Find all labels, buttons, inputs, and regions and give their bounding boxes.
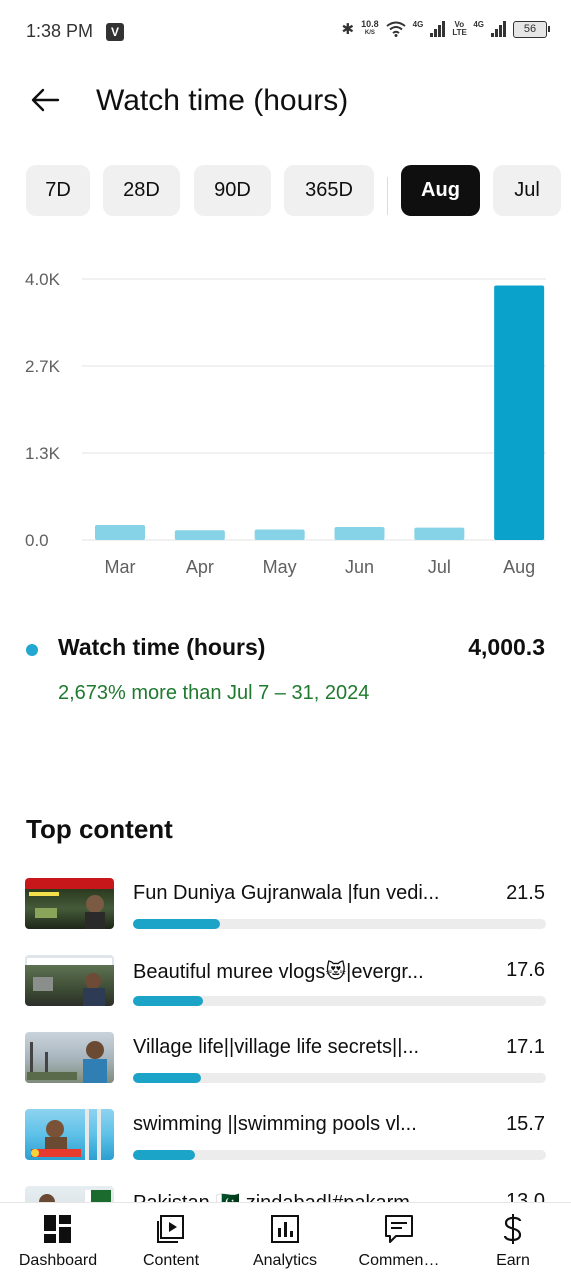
back-arrow-icon bbox=[31, 88, 60, 112]
x-tick-label: Apr bbox=[186, 557, 214, 577]
x-tick-label: Jun bbox=[345, 557, 374, 577]
battery-icon: 56 bbox=[513, 20, 550, 38]
x-tick-label: May bbox=[263, 557, 297, 577]
status-icons: ✱ 10.8 K/S 4G Vo LTE 4G 56 bbox=[341, 19, 550, 38]
progress-track bbox=[133, 1150, 546, 1160]
x-tick-label: Aug bbox=[503, 557, 535, 577]
nav-earn[interactable]: Earn bbox=[456, 1203, 570, 1280]
nav-dashboard[interactable]: Dashboard bbox=[1, 1203, 115, 1280]
progress-fill bbox=[133, 1150, 195, 1160]
y-tick-label: 0.0 bbox=[25, 531, 49, 550]
nav-label: Dashboard bbox=[18, 1252, 98, 1269]
chart-bar-apr bbox=[174, 530, 225, 540]
progress-fill bbox=[133, 1073, 202, 1083]
period-chip-28d[interactable]: 28D bbox=[103, 165, 180, 216]
network-speed: 10.8 K/S bbox=[361, 19, 379, 37]
video-title: swimming ||swimming pools vl... bbox=[133, 1113, 417, 1135]
period-selector: 7D 28D 90D 365D Aug Jul bbox=[26, 165, 571, 217]
video-value: 15.7 bbox=[506, 1113, 545, 1135]
video-title: Village life||village life secrets||... bbox=[133, 1036, 420, 1058]
dashboard-icon bbox=[44, 1215, 71, 1243]
period-chip-90d[interactable]: 90D bbox=[194, 165, 271, 216]
progress-track bbox=[133, 1073, 546, 1083]
content-icon bbox=[157, 1215, 184, 1243]
y-tick-label: 4.0K bbox=[25, 270, 61, 289]
video-title: Fun Duniya Gujranwala |fun vedi... bbox=[133, 882, 440, 904]
x-tick-label: Mar bbox=[105, 557, 136, 577]
progress-fill bbox=[133, 996, 204, 1006]
metric-change: 2,673% more than Jul 7 – 31, 2024 bbox=[58, 682, 370, 704]
chip-divider bbox=[387, 177, 388, 215]
progress-track bbox=[133, 919, 546, 929]
page-title: Watch time (hours) bbox=[96, 84, 349, 117]
wifi-icon bbox=[386, 21, 406, 37]
network-type-1: 4G bbox=[412, 19, 424, 29]
nav-label: Analytics bbox=[252, 1252, 318, 1269]
video-thumbnail bbox=[25, 1109, 114, 1160]
period-chip-aug[interactable]: Aug bbox=[401, 165, 480, 216]
video-title: Beautiful muree vlogs😻|evergr... bbox=[133, 961, 424, 983]
signal-icon-2 bbox=[491, 21, 506, 37]
chart-bar-may bbox=[254, 529, 305, 540]
chart-bar-aug bbox=[494, 285, 545, 540]
chart-bar-jul bbox=[414, 527, 465, 540]
volte-label: Vo LTE bbox=[452, 20, 467, 37]
chart-bar-jun bbox=[334, 526, 385, 540]
status-bar: 1:38 PM V ✱ 10.8 K/S 4G Vo LTE 4G 56 bbox=[0, 0, 571, 64]
bar-chart: 4.0K 2.7K 1.3K 0.0 Mar Apr May Jun Jul Aug bbox=[25, 270, 546, 577]
video-value: 17.6 bbox=[506, 959, 545, 981]
metric-label: Watch time (hours) bbox=[58, 634, 266, 660]
network-type-2: 4G bbox=[473, 19, 484, 29]
legend-dot bbox=[26, 644, 38, 656]
earn-icon bbox=[503, 1214, 522, 1244]
video-thumbnail bbox=[25, 1032, 114, 1083]
nav-content[interactable]: Content bbox=[114, 1203, 228, 1280]
video-value: 17.1 bbox=[506, 1036, 545, 1058]
y-tick-label: 1.3K bbox=[25, 444, 61, 463]
nav-label: Content bbox=[142, 1252, 200, 1269]
period-chip-jul[interactable]: Jul bbox=[493, 165, 561, 216]
progress-track bbox=[133, 996, 546, 1006]
signal-icon bbox=[430, 21, 446, 37]
nav-comments[interactable]: Commen… bbox=[342, 1203, 456, 1280]
notification-v-icon: V bbox=[106, 23, 124, 41]
back-button[interactable] bbox=[28, 82, 64, 118]
list-item[interactable]: Fun Duniya Gujranwala |fun vedi... 21.5 bbox=[0, 878, 571, 934]
list-item[interactable]: swimming ||swimming pools vl... 15.7 bbox=[0, 1109, 571, 1165]
period-chip-365d[interactable]: 365D bbox=[284, 165, 374, 216]
metric-value: 4,000.3 bbox=[468, 634, 545, 660]
list-item[interactable]: Village life||village life secrets||... … bbox=[0, 1032, 571, 1088]
nav-label: Commen… bbox=[358, 1252, 440, 1269]
y-tick-label: 2.7K bbox=[25, 357, 61, 376]
top-content-title: Top content bbox=[26, 814, 173, 844]
watch-time-chart: 4.0K 2.7K 1.3K 0.0 Mar Apr May Jun Jul Aug bbox=[0, 255, 571, 595]
comments-icon bbox=[385, 1215, 413, 1243]
list-item[interactable]: Beautiful muree vlogs😻|evergr... 17.6 bbox=[0, 955, 571, 1011]
bluetooth-icon: ✱ bbox=[341, 21, 355, 38]
app-header: Watch time (hours) bbox=[0, 76, 571, 132]
nav-label: Earn bbox=[496, 1252, 530, 1269]
video-value: 21.5 bbox=[506, 882, 545, 904]
chart-bar-mar bbox=[95, 524, 145, 540]
video-thumbnail bbox=[25, 878, 114, 929]
nav-analytics[interactable]: Analytics bbox=[228, 1203, 342, 1280]
status-time: 1:38 PM bbox=[26, 21, 94, 41]
video-thumbnail bbox=[25, 955, 114, 1006]
x-tick-label: Jul bbox=[428, 557, 451, 577]
period-chip-7d[interactable]: 7D bbox=[26, 165, 90, 216]
analytics-icon bbox=[271, 1215, 299, 1243]
bottom-navigation: Dashboard Content Analytics Commen… Earn bbox=[0, 1202, 571, 1280]
progress-fill bbox=[133, 919, 220, 929]
